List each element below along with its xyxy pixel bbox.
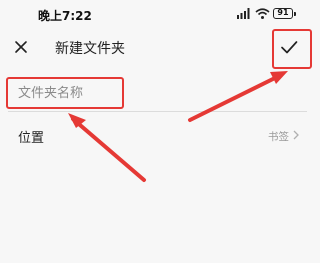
arrow-to-name-field — [71, 117, 146, 182]
arrow-to-confirm — [188, 73, 283, 122]
annotation-arrows — [68, 71, 288, 182]
